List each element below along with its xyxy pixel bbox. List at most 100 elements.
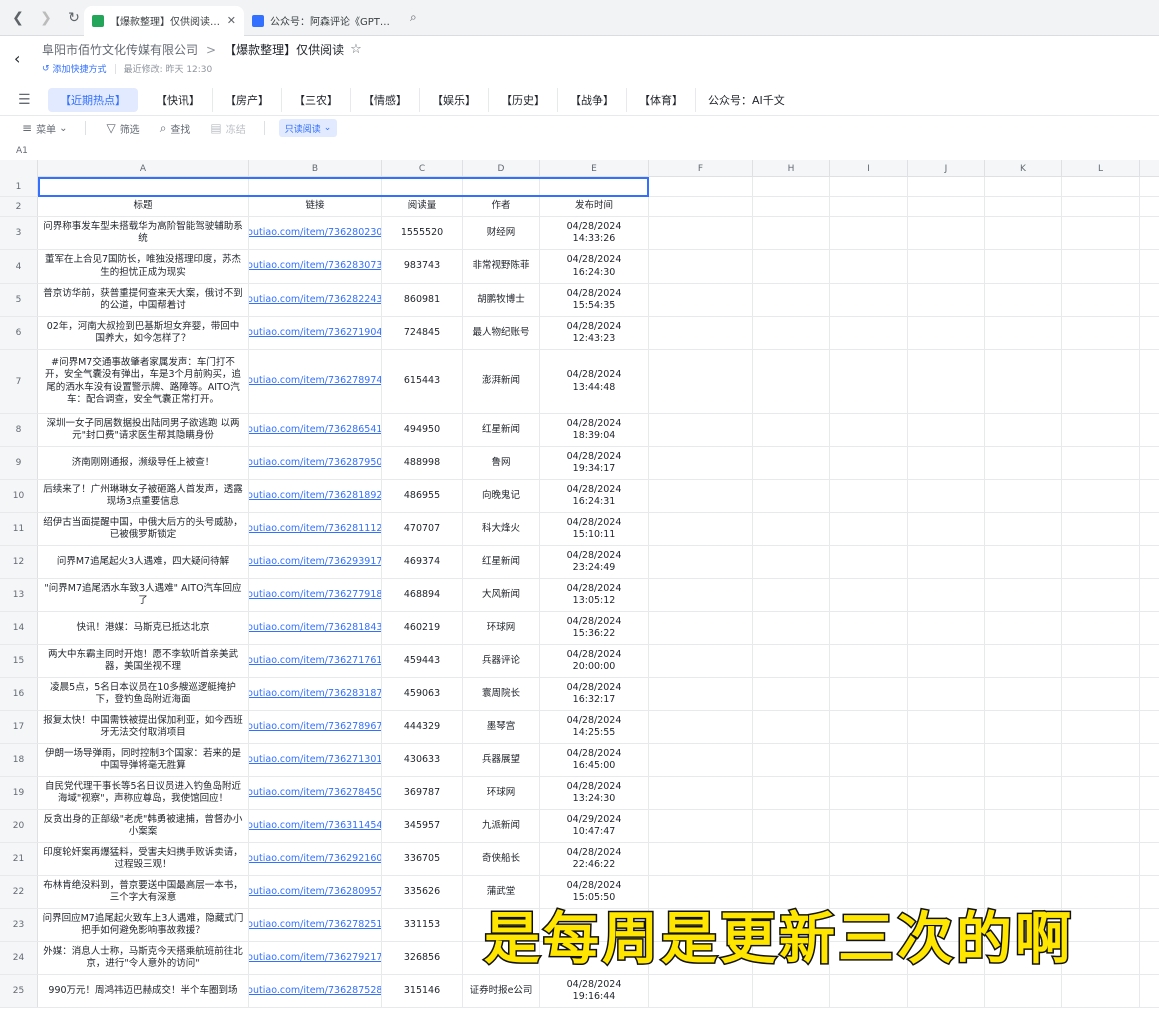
- table-cell[interactable]: [908, 250, 985, 283]
- date-cell[interactable]: 04/28/2024 16:24:31: [540, 480, 649, 512]
- table-cell[interactable]: [753, 744, 830, 776]
- table-cell[interactable]: [1062, 414, 1140, 446]
- sheet-tab-realestate[interactable]: 【房产】: [213, 87, 282, 112]
- sheet-tab-agri[interactable]: 【三农】: [282, 87, 351, 112]
- row-number[interactable]: 2: [0, 197, 38, 216]
- browser-tab[interactable]: 公众号：阿森评论《GPT指令详解: [244, 6, 404, 36]
- link-cell[interactable]: https://www.toutiao.com/item/73627921709…: [249, 942, 382, 974]
- author-cell[interactable]: 红星新闻: [463, 414, 540, 446]
- filter-button[interactable]: ▽ 筛选: [106, 121, 139, 136]
- table-cell[interactable]: [753, 480, 830, 512]
- table-cell[interactable]: [649, 513, 753, 545]
- table-cell[interactable]: [908, 777, 985, 809]
- table-cell[interactable]: [908, 810, 985, 842]
- date-cell[interactable]: 04/28/2024 14:33:26: [540, 217, 649, 249]
- link-cell[interactable]: https://www.toutiao.com/item/73627130182…: [249, 744, 382, 776]
- author-cell[interactable]: 寰周院长: [463, 678, 540, 710]
- add-shortcut-link[interactable]: ↺ 添加快捷方式: [42, 62, 107, 76]
- link-cell[interactable]: https://www.toutiao.com/item/73627791805…: [249, 579, 382, 611]
- table-cell[interactable]: [985, 612, 1062, 644]
- row-number[interactable]: 12: [0, 546, 38, 578]
- table-cell[interactable]: [830, 678, 908, 710]
- table-cell[interactable]: [830, 250, 908, 283]
- table-cell[interactable]: [649, 579, 753, 611]
- column-header[interactable]: D: [463, 160, 540, 177]
- row-number[interactable]: 15: [0, 645, 38, 677]
- reads-cell[interactable]: 331153: [382, 909, 463, 941]
- title-cell[interactable]: 外媒：消息人士称，马斯克今天搭乘航班前往北京，进行"令人意外的访问": [38, 942, 249, 974]
- back-icon[interactable]: ❮: [8, 8, 28, 28]
- title-cell[interactable]: 布林肯绝没料到，普京要送中国最高层一本书，三个字大有深意: [38, 876, 249, 908]
- link-cell[interactable]: https://www.toutiao.com/item/73628111275…: [249, 513, 382, 545]
- link-cell[interactable]: https://www.toutiao.com/item/73628189241…: [249, 480, 382, 512]
- table-cell[interactable]: [985, 317, 1062, 349]
- author-cell[interactable]: 科大烽火: [463, 513, 540, 545]
- reads-cell[interactable]: 615443: [382, 350, 463, 413]
- author-cell[interactable]: 奇侠船长: [463, 843, 540, 875]
- link-cell[interactable]: https://www.toutiao.com/item/73627825105…: [249, 909, 382, 941]
- table-cell[interactable]: [753, 197, 830, 216]
- menu-button[interactable]: ≡ 菜单 ⌄: [22, 121, 67, 136]
- table-cell[interactable]: [649, 414, 753, 446]
- title-cell[interactable]: 990万元！周鸿祎迈巴赫成交！半个车圈到场: [38, 975, 249, 1007]
- read-mode-dropdown[interactable]: 只读阅读 ⌄: [278, 119, 338, 137]
- table-cell[interactable]: [649, 350, 753, 413]
- date-cell[interactable]: 04/28/2024 16:45:00: [540, 744, 649, 776]
- table-cell[interactable]: [830, 843, 908, 875]
- date-cell[interactable]: 04/28/2024 12:43:23: [540, 317, 649, 349]
- row-number[interactable]: 7: [0, 350, 38, 413]
- author-cell[interactable]: 大风新闻: [463, 579, 540, 611]
- row-number[interactable]: 22: [0, 876, 38, 908]
- row-number[interactable]: 17: [0, 711, 38, 743]
- reads-cell[interactable]: 494950: [382, 414, 463, 446]
- row-number[interactable]: 24: [0, 942, 38, 974]
- search-icon[interactable]: ⌕: [410, 10, 417, 25]
- table-cell[interactable]: [830, 744, 908, 776]
- table-cell[interactable]: [649, 447, 753, 479]
- title-cell[interactable]: 反贪出身的正部级"老虎"韩勇被逮捕，曾督办小小案案: [38, 810, 249, 842]
- row-number[interactable]: 5: [0, 284, 38, 316]
- row-number[interactable]: 13: [0, 579, 38, 611]
- row-number[interactable]: 9: [0, 447, 38, 479]
- row-number[interactable]: 18: [0, 744, 38, 776]
- table-cell[interactable]: [830, 513, 908, 545]
- layers-icon[interactable]: ☰: [18, 92, 34, 108]
- column-header[interactable]: L: [1062, 160, 1140, 177]
- author-cell[interactable]: 胡鹏牧博士: [463, 284, 540, 316]
- column-header[interactable]: E: [540, 160, 649, 177]
- row-number[interactable]: 4: [0, 250, 38, 283]
- title-cell[interactable]: 问界回应M7追尾起火致车上3人遇难，隐藏式门把手如何避免影响事故救援？: [38, 909, 249, 941]
- reads-cell[interactable]: 326856: [382, 942, 463, 974]
- table-cell[interactable]: [753, 447, 830, 479]
- table-cell[interactable]: [830, 177, 908, 196]
- author-cell[interactable]: 九派新闻: [463, 810, 540, 842]
- table-cell[interactable]: [908, 612, 985, 644]
- link-cell[interactable]: https://www.toutiao.com/item/73628795089…: [249, 447, 382, 479]
- table-cell[interactable]: [830, 711, 908, 743]
- table-cell[interactable]: [985, 546, 1062, 578]
- table-cell[interactable]: [830, 612, 908, 644]
- table-cell[interactable]: [649, 777, 753, 809]
- column-header[interactable]: J: [908, 160, 985, 177]
- table-cell[interactable]: [753, 217, 830, 249]
- link-header[interactable]: 链接: [249, 197, 382, 216]
- table-cell[interactable]: [908, 513, 985, 545]
- row-number[interactable]: 6: [0, 317, 38, 349]
- table-cell[interactable]: [830, 579, 908, 611]
- sheet-tab-news[interactable]: 【快讯】: [144, 87, 213, 112]
- table-cell[interactable]: [649, 177, 753, 196]
- link-cell[interactable]: https://www.toutiao.com/item/73629216009…: [249, 843, 382, 875]
- column-header[interactable]: F: [649, 160, 753, 177]
- sheet-tab-war[interactable]: 【战争】: [558, 87, 627, 112]
- table-cell[interactable]: [985, 711, 1062, 743]
- title-cell[interactable]: 济南刚刚通报，濒级导任上被查！: [38, 447, 249, 479]
- link-cell[interactable]: https://www.toutiao.com/item/73631145498…: [249, 810, 382, 842]
- freeze-button[interactable]: ▤ 冻结: [210, 121, 245, 136]
- table-cell[interactable]: [908, 317, 985, 349]
- author-cell[interactable]: 鲁网: [463, 447, 540, 479]
- date-cell[interactable]: 04/28/2024 23:24:49: [540, 546, 649, 578]
- column-header[interactable]: B: [249, 160, 382, 177]
- table-cell[interactable]: [908, 480, 985, 512]
- table-cell[interactable]: [985, 810, 1062, 842]
- select-all-corner[interactable]: [0, 160, 38, 177]
